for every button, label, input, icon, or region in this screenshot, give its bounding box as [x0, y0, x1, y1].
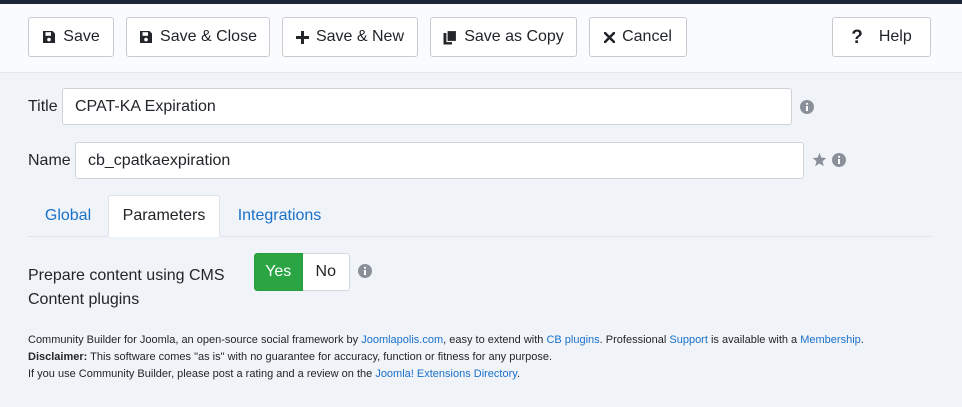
- prepare-content-label-line2: Content plugins: [28, 291, 140, 308]
- name-label: Name: [28, 152, 71, 169]
- cb-plugins-link[interactable]: CB plugins: [546, 334, 599, 346]
- save-new-button-label: Save & New: [315, 28, 405, 45]
- joomlapolis-link[interactable]: Joomlapolis.com: [361, 334, 443, 346]
- disclaimer-text: This software comes "as is" with no guar…: [87, 351, 553, 363]
- toggle-yes-option[interactable]: Yes: [254, 253, 303, 291]
- footer-line-3: If you use Community Builder, please pos…: [28, 366, 948, 383]
- save-close-button[interactable]: Save & Close: [126, 17, 270, 57]
- footer: Community Builder for Joomla, an open-so…: [28, 332, 948, 383]
- help-button[interactable]: ? Help: [832, 17, 931, 57]
- tab-integrations[interactable]: Integrations: [222, 195, 337, 237]
- prepare-content-label: Prepare content using CMS Content plugin…: [28, 264, 225, 312]
- support-link[interactable]: Support: [669, 334, 708, 346]
- footer-text: If you use Community Builder, please pos…: [28, 368, 376, 380]
- cancel-button-label: Cancel: [622, 28, 672, 45]
- plus-icon: [295, 30, 309, 44]
- name-input[interactable]: cb_cpatkaexpiration: [75, 142, 804, 179]
- info-icon[interactable]: [800, 100, 814, 114]
- footer-text: , easy to extend with: [443, 334, 547, 346]
- copy-icon: [443, 29, 458, 44]
- footer-text: is available with a: [707, 334, 801, 346]
- star-icon: [812, 153, 827, 167]
- save-button-label: Save: [63, 28, 100, 45]
- info-icon[interactable]: [832, 153, 846, 167]
- save-close-button-label: Save & Close: [160, 28, 257, 45]
- tab-parameters[interactable]: Parameters: [108, 195, 220, 237]
- toggle-no-option[interactable]: No: [302, 253, 350, 291]
- footer-text: . Professional: [599, 334, 670, 346]
- save-copy-button[interactable]: Save as Copy: [430, 17, 577, 57]
- extensions-directory-link[interactable]: Joomla! Extensions Directory: [375, 368, 517, 380]
- tab-global[interactable]: Global: [28, 195, 108, 237]
- title-label: Title: [28, 98, 58, 115]
- save-new-button[interactable]: Save & New: [282, 17, 418, 57]
- floppy-disk-icon: [43, 31, 56, 43]
- question-icon: ?: [851, 26, 863, 48]
- toolbar: Save Save & Close Save & New Save as Cop…: [0, 4, 962, 73]
- footer-text: Community Builder for Joomla, an open-so…: [28, 334, 362, 346]
- info-icon[interactable]: [358, 264, 372, 278]
- footer-line-2: Disclaimer: This software comes "as is" …: [28, 349, 948, 366]
- membership-link[interactable]: Membership: [800, 334, 861, 346]
- cancel-button[interactable]: Cancel: [589, 17, 687, 57]
- footer-text: .: [860, 334, 864, 346]
- prepare-content-label-line1: Prepare content using CMS: [28, 267, 225, 284]
- disclaimer-label: Disclaimer:: [28, 351, 88, 363]
- title-input[interactable]: CPAT-KA Expiration: [62, 88, 792, 125]
- help-button-label: Help: [878, 28, 912, 45]
- prepare-content-toggle[interactable]: Yes No: [254, 253, 350, 291]
- close-icon: [604, 31, 616, 43]
- save-copy-button-label: Save as Copy: [464, 28, 564, 45]
- footer-text: .: [516, 368, 520, 380]
- save-button[interactable]: Save: [28, 17, 114, 57]
- floppy-disk-icon: [140, 31, 153, 43]
- footer-line-1: Community Builder for Joomla, an open-so…: [28, 332, 948, 349]
